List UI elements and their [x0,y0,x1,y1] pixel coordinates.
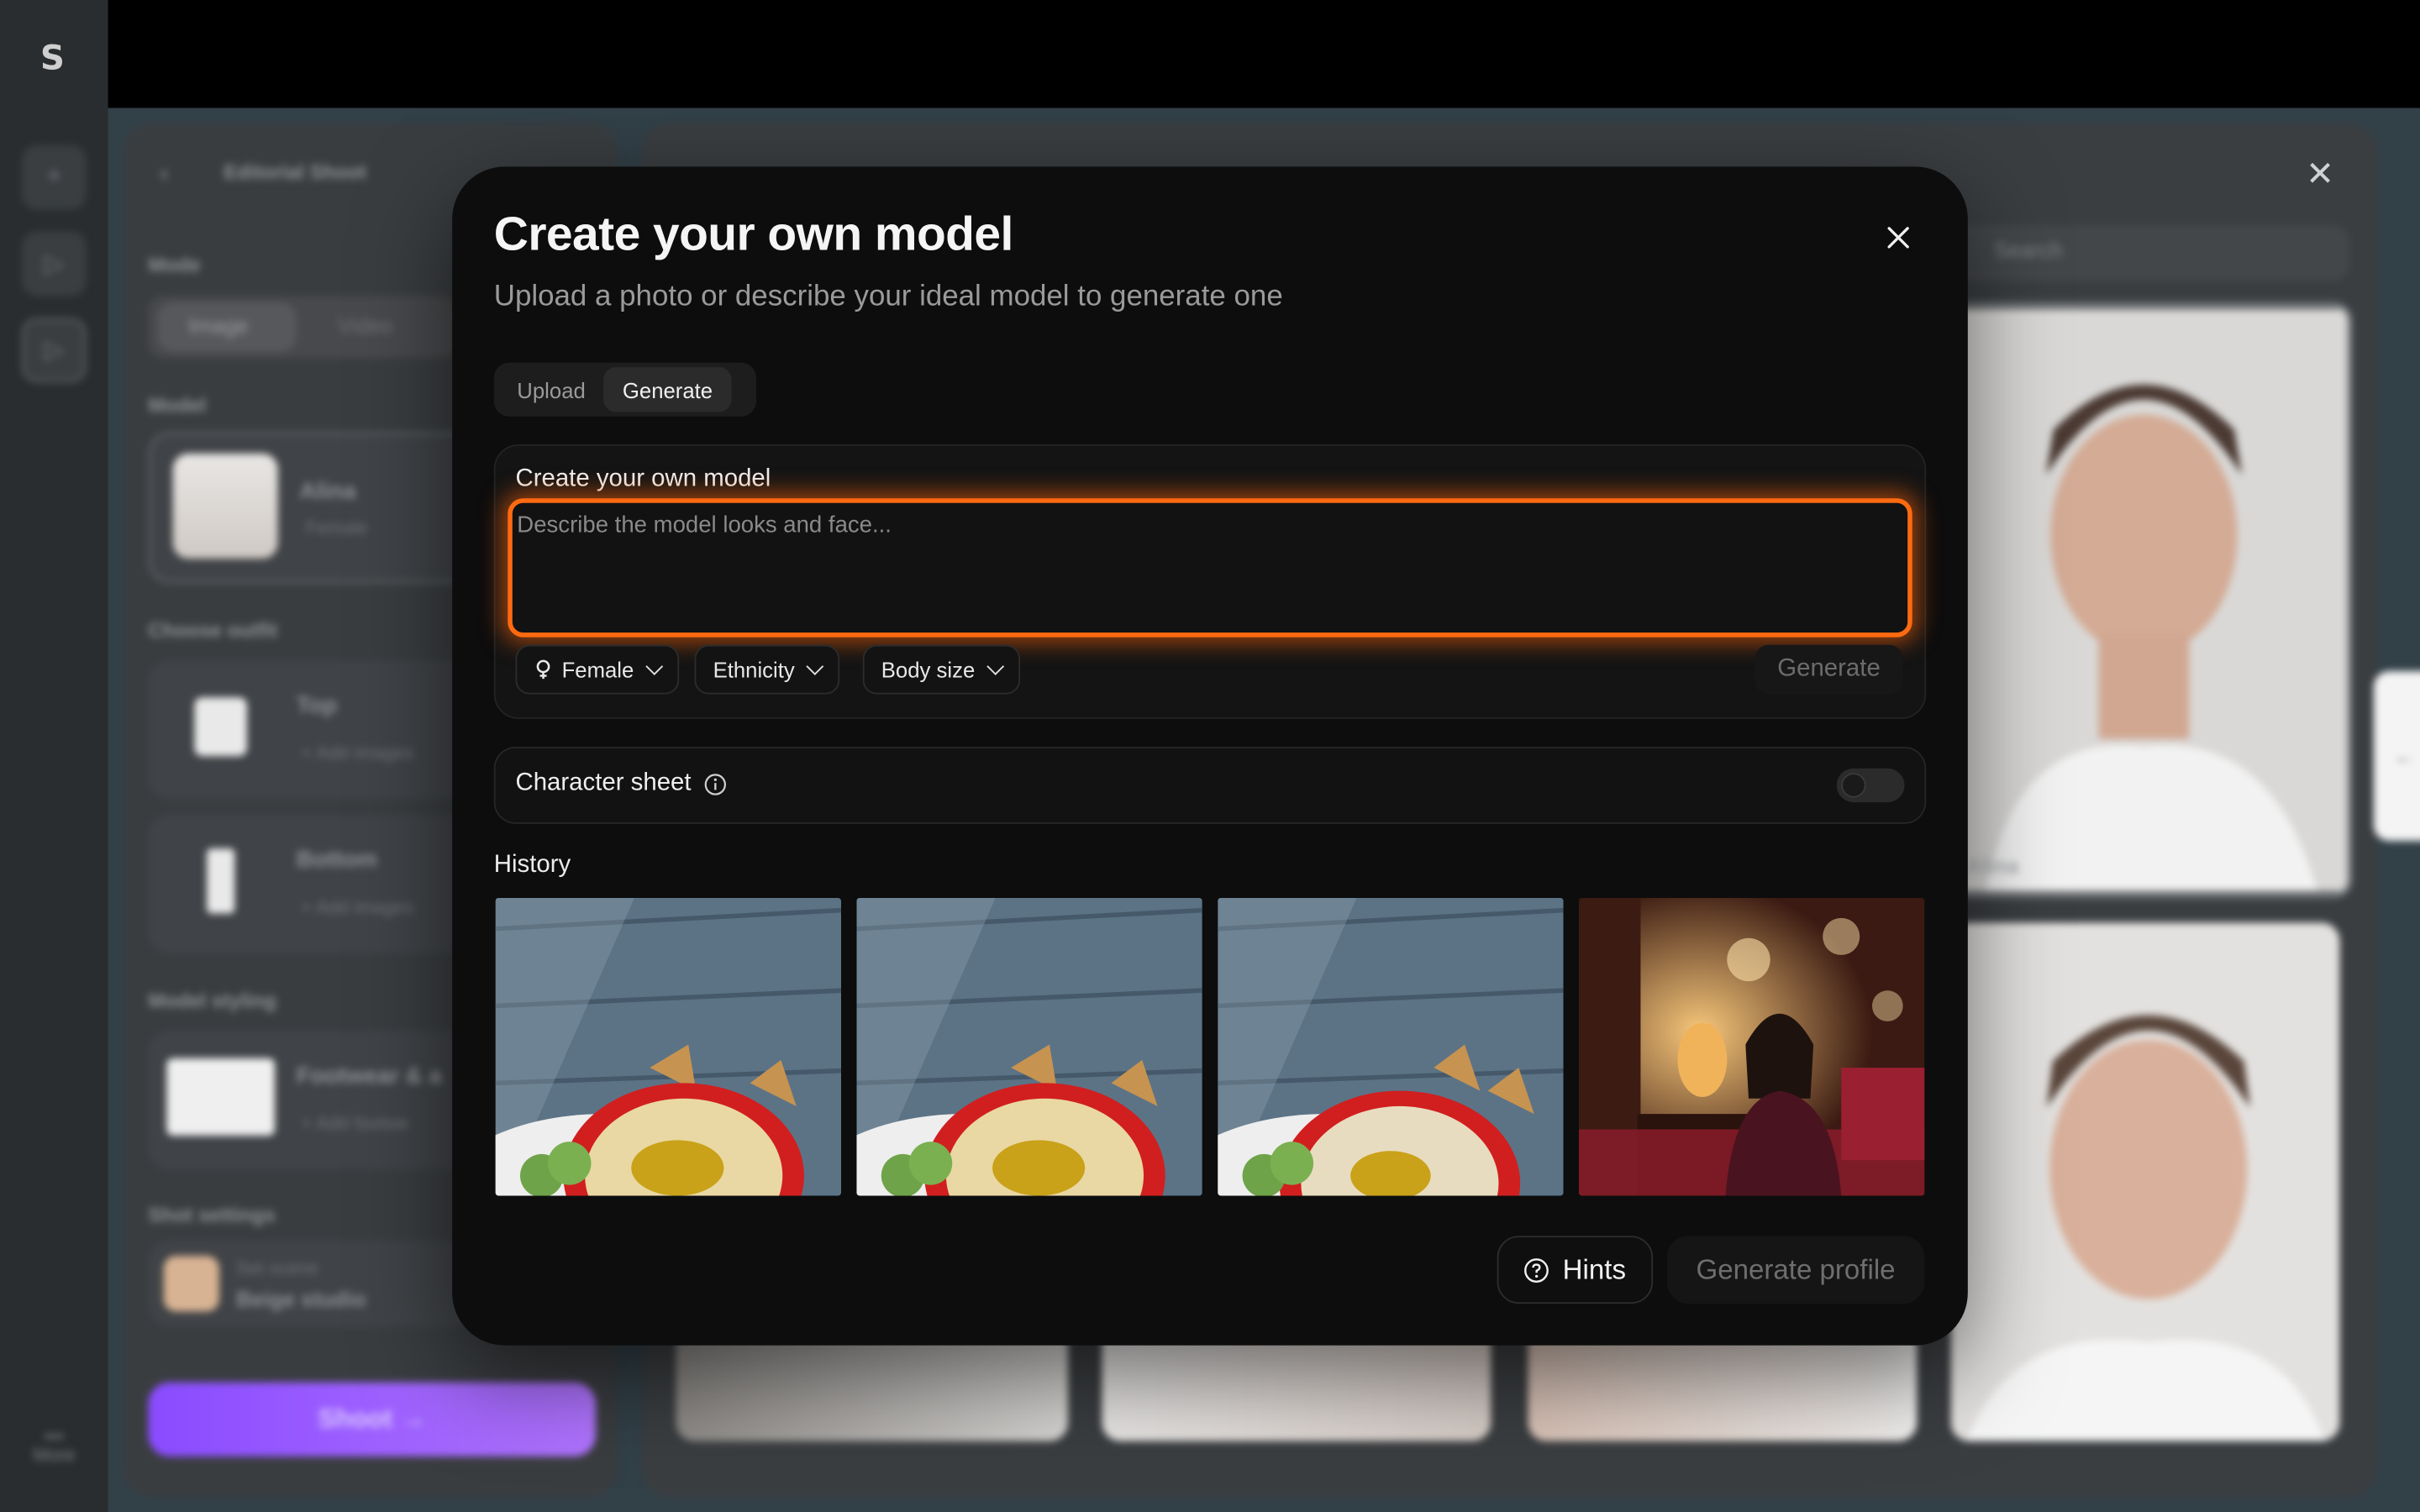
play-icon[interactable]: ▷ [21,231,87,297]
generate-button[interactable]: Generate [1754,644,1903,695]
hummus-image [856,897,1202,1196]
app-screen: S + ▷ ▷ ••• More ‹ Editorial Shoot Mode I… [0,0,2420,1512]
outfit-bottom-title: Bottom [296,847,378,874]
app-logo[interactable]: S [28,34,77,83]
outfit-label: Choose outfit [148,618,278,643]
shot-settings-label: Shot settings [148,1203,276,1227]
footwear-icon [166,1058,275,1136]
tab-generate[interactable]: Generate [603,367,732,412]
more-label: More [33,1444,76,1466]
gender-dropdown-label: Female [561,657,634,682]
help-icon [1524,1257,1549,1283]
mode-tab-image[interactable]: Image [188,313,248,338]
character-sheet-toggle[interactable] [1836,768,1905,803]
shoot-nav-icon[interactable]: ▷ [21,318,87,383]
woman-bedroom-image [1578,897,1925,1196]
tab-upload[interactable]: Upload [498,367,604,412]
ethnicity-dropdown[interactable]: Ethnicity [694,644,840,695]
mode-label: Mode [148,253,201,276]
tshirt-icon [194,697,247,756]
model-name: Alina [299,478,356,505]
search-input[interactable]: Search [1947,225,2349,281]
model-avatar [172,453,278,559]
model-photo [1950,922,2340,1441]
body-size-dropdown-label: Body size [881,657,976,682]
history-item[interactable] [1578,897,1925,1196]
scene-value: Beige studio [236,1286,366,1312]
outfit-top-title: Top [296,692,338,719]
gender-dropdown[interactable]: Female [515,644,679,695]
more-button[interactable]: ••• More [31,1427,77,1464]
selected-model-caption: Alina [1965,853,2019,879]
new-icon[interactable]: + [21,144,87,210]
model-card[interactable] [1950,922,2340,1441]
model-photo [1955,309,2348,891]
hummus-image [1218,897,1564,1196]
scene-swatch [163,1256,219,1312]
history-item[interactable] [856,897,1202,1196]
body-size-dropdown[interactable]: Body size [862,644,1020,695]
top-bar [0,0,2420,108]
hummus-image [495,897,842,1196]
shoot-button[interactable]: Shoot → [148,1382,596,1457]
hints-button[interactable]: Hints [1497,1236,1654,1305]
female-icon [536,659,550,680]
model-description-input[interactable] [508,498,1912,638]
styling-title: Footwear & a [296,1063,442,1089]
ethnicity-dropdown-label: Ethnicity [713,657,795,682]
close-panel-icon[interactable]: ✕ [2306,155,2334,195]
outfit-bottom-add[interactable]: + Add images [301,896,413,918]
history-item[interactable] [495,897,842,1196]
generate-profile-button[interactable]: Generate profile [1666,1236,1925,1305]
outfit-top-add[interactable]: + Add images [301,742,413,764]
project-title[interactable]: Editorial Shoot [224,160,366,184]
outfit-bottom-card[interactable] [148,814,473,954]
history-item[interactable] [1218,897,1564,1196]
dialog-title: Create your own model [493,207,1014,261]
generator-label: Create your own model [515,465,771,492]
mode-tab-video[interactable]: Video [338,313,392,338]
mode-tabs: Upload Generate [493,362,756,417]
left-rail: S + ▷ ▷ ••• More [0,0,108,1512]
hints-label: Hints [1562,1253,1626,1285]
chevron-down-icon [806,658,824,675]
character-sheet-label-group: Character sheet [515,770,726,798]
styling-label: Model styling [148,989,276,1012]
styling-add[interactable]: + Add footwe [301,1112,408,1134]
model-card-selected[interactable] [1950,302,2353,898]
pants-icon [207,848,235,914]
back-chevron-icon[interactable]: ‹ [160,160,168,185]
close-icon[interactable] [1876,216,1919,259]
info-icon[interactable] [703,772,727,795]
model-label: Model [148,393,207,417]
chevron-down-icon [986,658,1004,675]
toggle-knob [1841,773,1866,798]
arrow-left-icon[interactable]: ← [2373,670,2420,842]
history-label: History [493,851,571,879]
model-gender: Female [305,517,368,539]
chevron-down-icon [644,658,663,675]
character-sheet-label: Character sheet [515,769,692,796]
dialog-subtitle: Upload a photo or describe your ideal mo… [493,281,1283,313]
scene-caption: Set scene [236,1257,319,1279]
